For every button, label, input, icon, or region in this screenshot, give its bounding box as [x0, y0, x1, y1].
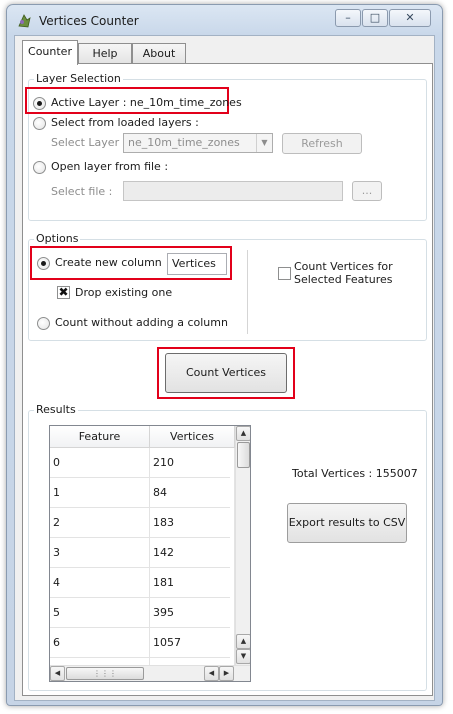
feature-cell: 1 [50, 478, 150, 508]
vertices-cell: 183 [150, 508, 235, 538]
select-layer-dropdown[interactable]: ne_10m_time_zones ▼ [123, 133, 273, 153]
export-csv-button[interactable]: Export results to CSV [287, 503, 407, 543]
checkbox-check-icon: ✖ [58, 285, 69, 299]
active-layer-label: Active Layer : ne_10m_time_zones [51, 96, 242, 109]
select-loaded-radio[interactable] [33, 117, 46, 130]
results-table[interactable]: Feature Vertices 0 210 1 84 2 183 3 142 … [49, 425, 251, 682]
selected-features-label-line2: Selected Features [294, 273, 393, 286]
vertical-scroll-thumb[interactable] [237, 442, 250, 468]
options-divider [247, 250, 248, 334]
scroll-left-icon[interactable]: ◀ [50, 666, 65, 681]
browse-file-button[interactable]: ... [352, 181, 382, 201]
open-file-label: Open layer from file : [51, 160, 169, 173]
feature-cell: 0 [50, 448, 150, 478]
count-without-column-radio[interactable] [37, 317, 50, 330]
select-loaded-label: Select from loaded layers : [51, 116, 199, 129]
feature-cell: 2 [50, 508, 150, 538]
tab-about[interactable]: About [132, 43, 186, 64]
maximize-button[interactable]: □ [362, 9, 388, 27]
horizontal-scroll-thumb[interactable]: ⋮⋮⋮ [66, 667, 144, 680]
table-row[interactable]: 1 84 [50, 478, 235, 508]
minimize-icon: – [345, 11, 351, 24]
create-column-label: Create new column [55, 256, 162, 269]
vertices-cell: 1057 [150, 628, 235, 658]
table-row[interactable]: 2 183 [50, 508, 235, 538]
column-header-feature[interactable]: Feature [50, 426, 150, 448]
qgis-app-icon [18, 14, 31, 28]
create-column-radio[interactable] [37, 257, 50, 270]
scroll-left-icon[interactable]: ◀ [204, 666, 219, 681]
drop-existing-checkbox[interactable]: ✖ [57, 285, 70, 299]
total-vertices-label: Total Vertices : 155007 [292, 467, 418, 480]
table-row[interactable]: 4 181 [50, 568, 235, 598]
scroll-down-icon[interactable]: ▼ [236, 649, 250, 664]
vertices-cell: 210 [150, 448, 235, 478]
table-row[interactable]: 3 142 [50, 538, 235, 568]
tab-counter[interactable]: Counter [22, 40, 78, 65]
title-bar[interactable]: Vertices Counter – □ ✕ [7, 5, 442, 35]
scroll-right-icon[interactable]: ▶ [219, 666, 234, 681]
open-file-radio[interactable] [33, 161, 46, 174]
drop-existing-label: Drop existing one [75, 286, 173, 299]
minimize-button[interactable]: – [335, 9, 361, 27]
select-file-label: Select file : [51, 185, 113, 198]
scroll-up-icon[interactable]: ▲ [236, 634, 250, 649]
vertices-cell: 84 [150, 478, 235, 508]
app-window: Vertices Counter – □ ✕ Counter Help Abou… [6, 4, 443, 706]
tab-help[interactable]: Help [78, 43, 132, 64]
options-title: Options [34, 232, 81, 245]
chevron-down-icon: ▼ [256, 134, 272, 152]
active-layer-radio[interactable] [33, 97, 46, 110]
count-without-column-label: Count without adding a column [55, 316, 228, 329]
select-layer-label: Select Layer [51, 136, 120, 149]
table-row[interactable]: 5 395 [50, 598, 235, 628]
vertices-cell: 181 [150, 568, 235, 598]
selected-features-checkbox[interactable] [278, 267, 291, 280]
layer-selection-title: Layer Selection [34, 72, 123, 85]
close-icon: ✕ [405, 11, 415, 24]
feature-cell: 6 [50, 628, 150, 658]
select-file-input[interactable] [123, 181, 343, 201]
feature-cell: 4 [50, 568, 150, 598]
dialog-client-area: Counter Help About Layer Selection Activ… [14, 35, 435, 701]
select-layer-value: ne_10m_time_zones [128, 136, 240, 149]
vertices-cell [150, 658, 235, 665]
table-vertical-scrollbar[interactable]: ▲ ▲ ▼ [235, 426, 250, 665]
feature-cell [50, 658, 150, 665]
window-title: Vertices Counter [39, 14, 139, 28]
vertices-cell: 142 [150, 538, 235, 568]
column-name-input[interactable]: Vertices [167, 253, 227, 275]
maximize-icon: □ [369, 11, 381, 24]
close-button[interactable]: ✕ [389, 9, 431, 27]
vertices-cell: 395 [150, 598, 235, 628]
results-title: Results [34, 403, 78, 416]
refresh-button[interactable]: Refresh [282, 133, 362, 154]
table-horizontal-scrollbar[interactable]: ◀ ⋮⋮⋮ ◀ ▶ [50, 665, 250, 681]
scroll-up-icon[interactable]: ▲ [236, 426, 250, 441]
table-row[interactable]: 0 210 [50, 448, 235, 478]
feature-cell: 5 [50, 598, 150, 628]
column-header-vertices[interactable]: Vertices [150, 426, 235, 448]
counter-tab-panel: Layer Selection Active Layer : ne_10m_ti… [22, 63, 433, 696]
table-row-partial [50, 658, 235, 665]
table-row[interactable]: 6 1057 [50, 628, 235, 658]
selected-features-label-line1: Count Vertices for [294, 260, 393, 273]
feature-cell: 3 [50, 538, 150, 568]
results-rows: 0 210 1 84 2 183 3 142 4 181 5 395 6 105… [50, 448, 235, 665]
count-vertices-button[interactable]: Count Vertices [165, 353, 287, 393]
